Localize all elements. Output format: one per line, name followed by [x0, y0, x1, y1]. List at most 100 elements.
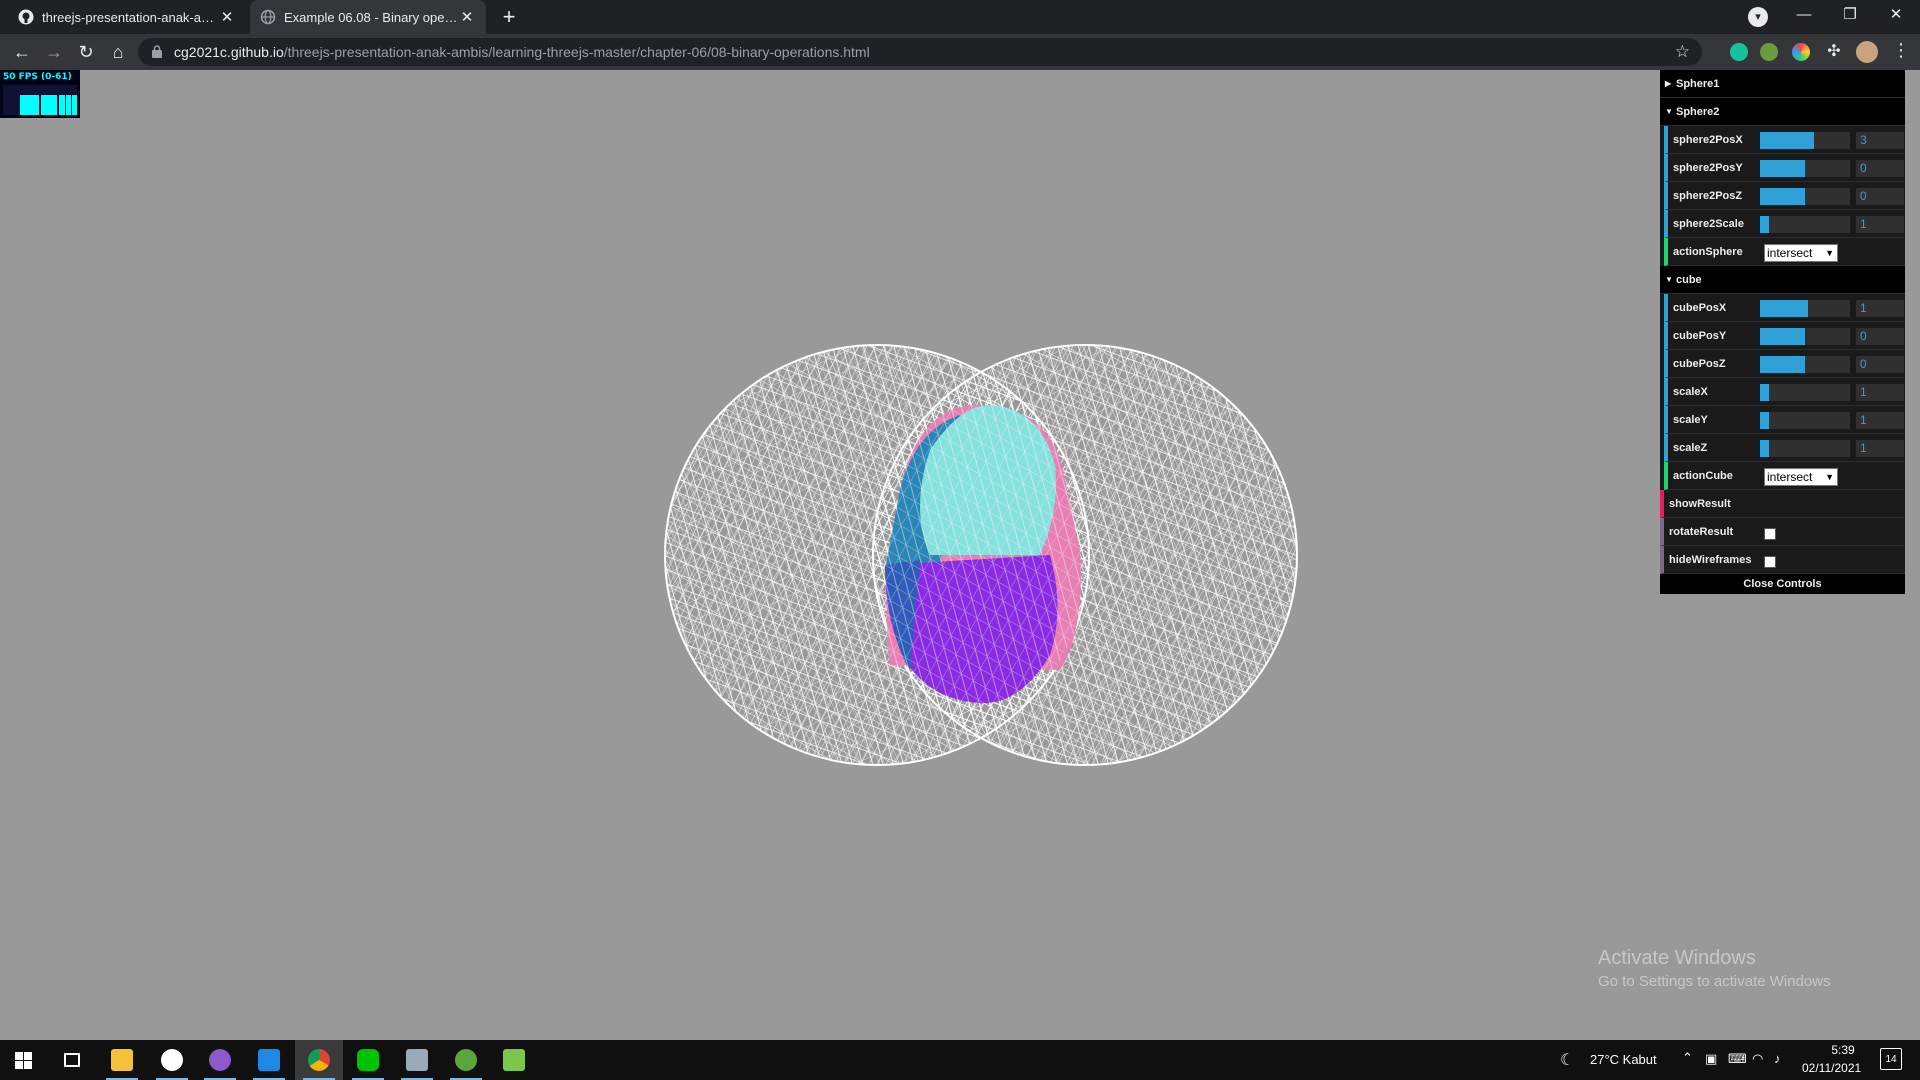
hide-wireframes-checkbox[interactable] [1764, 556, 1776, 568]
slider[interactable] [1760, 300, 1850, 317]
chrome-icon[interactable] [295, 1040, 343, 1080]
minimize-icon[interactable]: — [1781, 0, 1827, 34]
wifi-icon[interactable]: ◠ [1752, 1051, 1763, 1067]
rotate-result-checkbox[interactable] [1764, 528, 1776, 540]
control-label: sphere2PosZ [1673, 190, 1743, 202]
vscode-icon[interactable] [245, 1040, 293, 1080]
control-label: sphere2PosY [1673, 162, 1743, 174]
slider[interactable] [1760, 132, 1850, 149]
tab-close-icon[interactable]: ✕ [458, 8, 476, 26]
back-icon[interactable]: ← [8, 38, 36, 66]
webgl-viewport[interactable]: 50 FPS (0-61) Activate Windows Go to Set… [0, 70, 1920, 1040]
folder-title: Sphere1 [1676, 78, 1720, 90]
control-label: scaleX [1673, 386, 1708, 398]
control-sphere2scale: sphere2Scale 1 [1664, 210, 1905, 238]
tab-search-icon[interactable]: ▾ [1748, 7, 1768, 27]
slider[interactable] [1760, 216, 1850, 233]
forward-icon[interactable]: → [40, 38, 68, 66]
folder-cube[interactable]: ▼ cube [1660, 266, 1905, 294]
number-input[interactable]: 1 [1856, 300, 1904, 317]
weather-text[interactable]: 27°C Kabut [1590, 1052, 1657, 1067]
chevron-down-icon: ▼ [1825, 472, 1834, 482]
chevron-up-icon[interactable]: ⌃ [1682, 1050, 1693, 1066]
slider[interactable] [1760, 356, 1850, 373]
clock-date[interactable]: 02/11/2021 [1802, 1061, 1861, 1075]
browser-menu-icon[interactable]: ⋮ [1892, 38, 1910, 62]
control-label: cubePosZ [1673, 358, 1726, 370]
slider-fill [1760, 300, 1808, 317]
notepad-app-icon[interactable] [490, 1040, 538, 1080]
close-controls-button[interactable]: Close Controls [1660, 574, 1905, 594]
github-desktop-icon[interactable] [196, 1040, 244, 1080]
number-input[interactable]: 1 [1856, 440, 1904, 457]
stats-fps-panel[interactable]: 50 FPS (0-61) [0, 70, 80, 118]
number-input[interactable]: 3 [1856, 132, 1904, 149]
number-input[interactable]: 1 [1856, 384, 1904, 401]
slider-fill [1760, 132, 1814, 149]
number-input[interactable]: 0 [1856, 188, 1904, 205]
slider[interactable] [1760, 384, 1850, 401]
slider[interactable] [1760, 440, 1850, 457]
tab-strip: threejs-presentation-anak-ambis ✕ Exampl… [0, 0, 1920, 34]
bookmark-star-icon[interactable]: ☆ [1675, 38, 1690, 66]
browser-toolbar: ← → ↻ ⌂ cg2021c.github.io/threejs-presen… [0, 34, 1920, 70]
tab-binary-operations[interactable]: Example 06.08 - Binary operation ✕ [250, 0, 486, 34]
slider-fill [1760, 440, 1769, 457]
control-label: cubePosY [1673, 330, 1727, 342]
activate-windows-title: Activate Windows [1598, 947, 1756, 969]
number-input[interactable]: 0 [1856, 160, 1904, 177]
url-host: cg2021c.github.io [174, 44, 284, 60]
tab-close-icon[interactable]: ✕ [218, 8, 236, 26]
folder-title: Sphere2 [1676, 106, 1720, 118]
line-app-icon[interactable] [344, 1040, 392, 1080]
slider[interactable] [1760, 188, 1850, 205]
edge-app-icon[interactable] [442, 1040, 490, 1080]
restore-icon[interactable]: ❐ [1827, 0, 1873, 34]
notification-count: 14 [1885, 1054, 1897, 1065]
weather-moon-icon[interactable]: ☾ [1560, 1050, 1574, 1070]
slider[interactable] [1760, 160, 1850, 177]
url-path: /threejs-presentation-anak-ambis/learnin… [283, 44, 870, 60]
action-sphere-select[interactable]: intersect ▼ [1764, 244, 1838, 262]
task-view-icon[interactable] [48, 1040, 96, 1080]
extensions-puzzle-icon[interactable]: ✣ [1820, 38, 1848, 66]
control-label: actionCube [1673, 470, 1733, 482]
fps-label: 50 FPS (0-61) [3, 72, 72, 82]
network-icon[interactable]: ▣ [1705, 1051, 1717, 1067]
address-bar[interactable]: cg2021c.github.io/threejs-presentation-a… [138, 38, 1702, 66]
word-app-icon[interactable] [148, 1040, 196, 1080]
scene-canvas [664, 344, 1298, 766]
control-label: sphere2PosX [1673, 134, 1743, 146]
app-window-icon[interactable] [393, 1040, 441, 1080]
slider[interactable] [1760, 328, 1850, 345]
notification-center-icon[interactable]: 14 [1880, 1048, 1902, 1070]
action-cube-select[interactable]: intersect ▼ [1764, 468, 1838, 486]
slider[interactable] [1760, 412, 1850, 429]
home-icon[interactable]: ⌂ [104, 38, 132, 66]
number-input[interactable]: 1 [1856, 216, 1904, 233]
clock-time[interactable]: 5:39 [1823, 1043, 1863, 1057]
folder-sphere2[interactable]: ▼ Sphere2 [1660, 98, 1905, 126]
window-close-icon[interactable]: ✕ [1873, 0, 1919, 34]
profile-avatar[interactable] [1856, 41, 1878, 63]
tab-github[interactable]: threejs-presentation-anak-ambis ✕ [8, 0, 246, 34]
volume-icon[interactable]: ♪ [1774, 1051, 1781, 1066]
folder-sphere1[interactable]: ▶ Sphere1 [1660, 70, 1905, 98]
start-button[interactable] [0, 1040, 48, 1080]
number-input[interactable]: 0 [1856, 328, 1904, 345]
show-result-button[interactable]: showResult [1660, 490, 1905, 518]
language-icon[interactable]: ⌨ [1728, 1051, 1747, 1067]
chevron-down-icon: ▼ [1825, 248, 1834, 258]
grammarly-extension-icon[interactable] [1730, 43, 1748, 61]
slider-fill [1760, 188, 1805, 205]
number-input[interactable]: 0 [1856, 356, 1904, 373]
color-extension-icon[interactable] [1792, 43, 1810, 61]
fps-graph [3, 85, 77, 115]
extension-icon[interactable] [1760, 43, 1778, 61]
new-tab-button[interactable]: + [496, 5, 522, 31]
number-input[interactable]: 1 [1856, 412, 1904, 429]
file-explorer-icon[interactable] [98, 1040, 146, 1080]
folder-title: cube [1676, 274, 1702, 286]
reload-icon[interactable]: ↻ [72, 38, 100, 66]
activate-windows-subtitle: Go to Settings to activate Windows [1598, 973, 1831, 990]
